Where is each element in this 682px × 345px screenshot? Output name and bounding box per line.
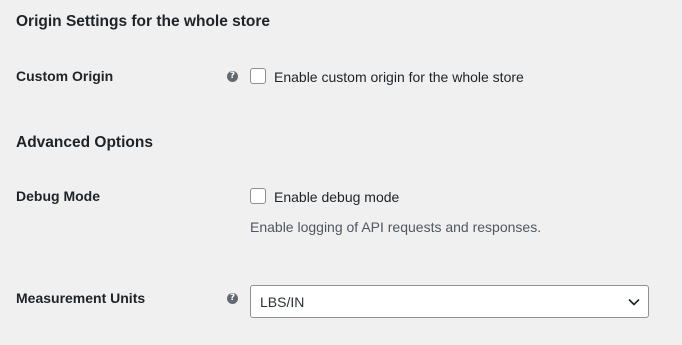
debug-mode-label: Debug Mode [16,188,100,204]
custom-origin-checkbox[interactable] [250,68,266,84]
custom-origin-label: Custom Origin [16,68,114,84]
advanced-options-heading: Advanced Options [16,134,153,151]
question-circle-icon[interactable]: ? [227,293,238,304]
chevron-down-icon [628,299,640,306]
measurement-units-label: Measurement Units [16,290,146,306]
debug-mode-description: Enable logging of API requests and respo… [250,219,542,235]
measurement-units-select[interactable]: LBS/IN [250,285,649,318]
origin-settings-heading: Origin Settings for the whole store [16,13,271,30]
custom-origin-checkbox-label[interactable]: Enable custom origin for the whole store [274,69,524,85]
measurement-units-selected-value: LBS/IN [260,294,305,310]
debug-mode-checkbox[interactable] [250,188,266,204]
debug-mode-checkbox-label[interactable]: Enable debug mode [274,189,399,205]
question-circle-icon[interactable]: ? [227,71,238,82]
